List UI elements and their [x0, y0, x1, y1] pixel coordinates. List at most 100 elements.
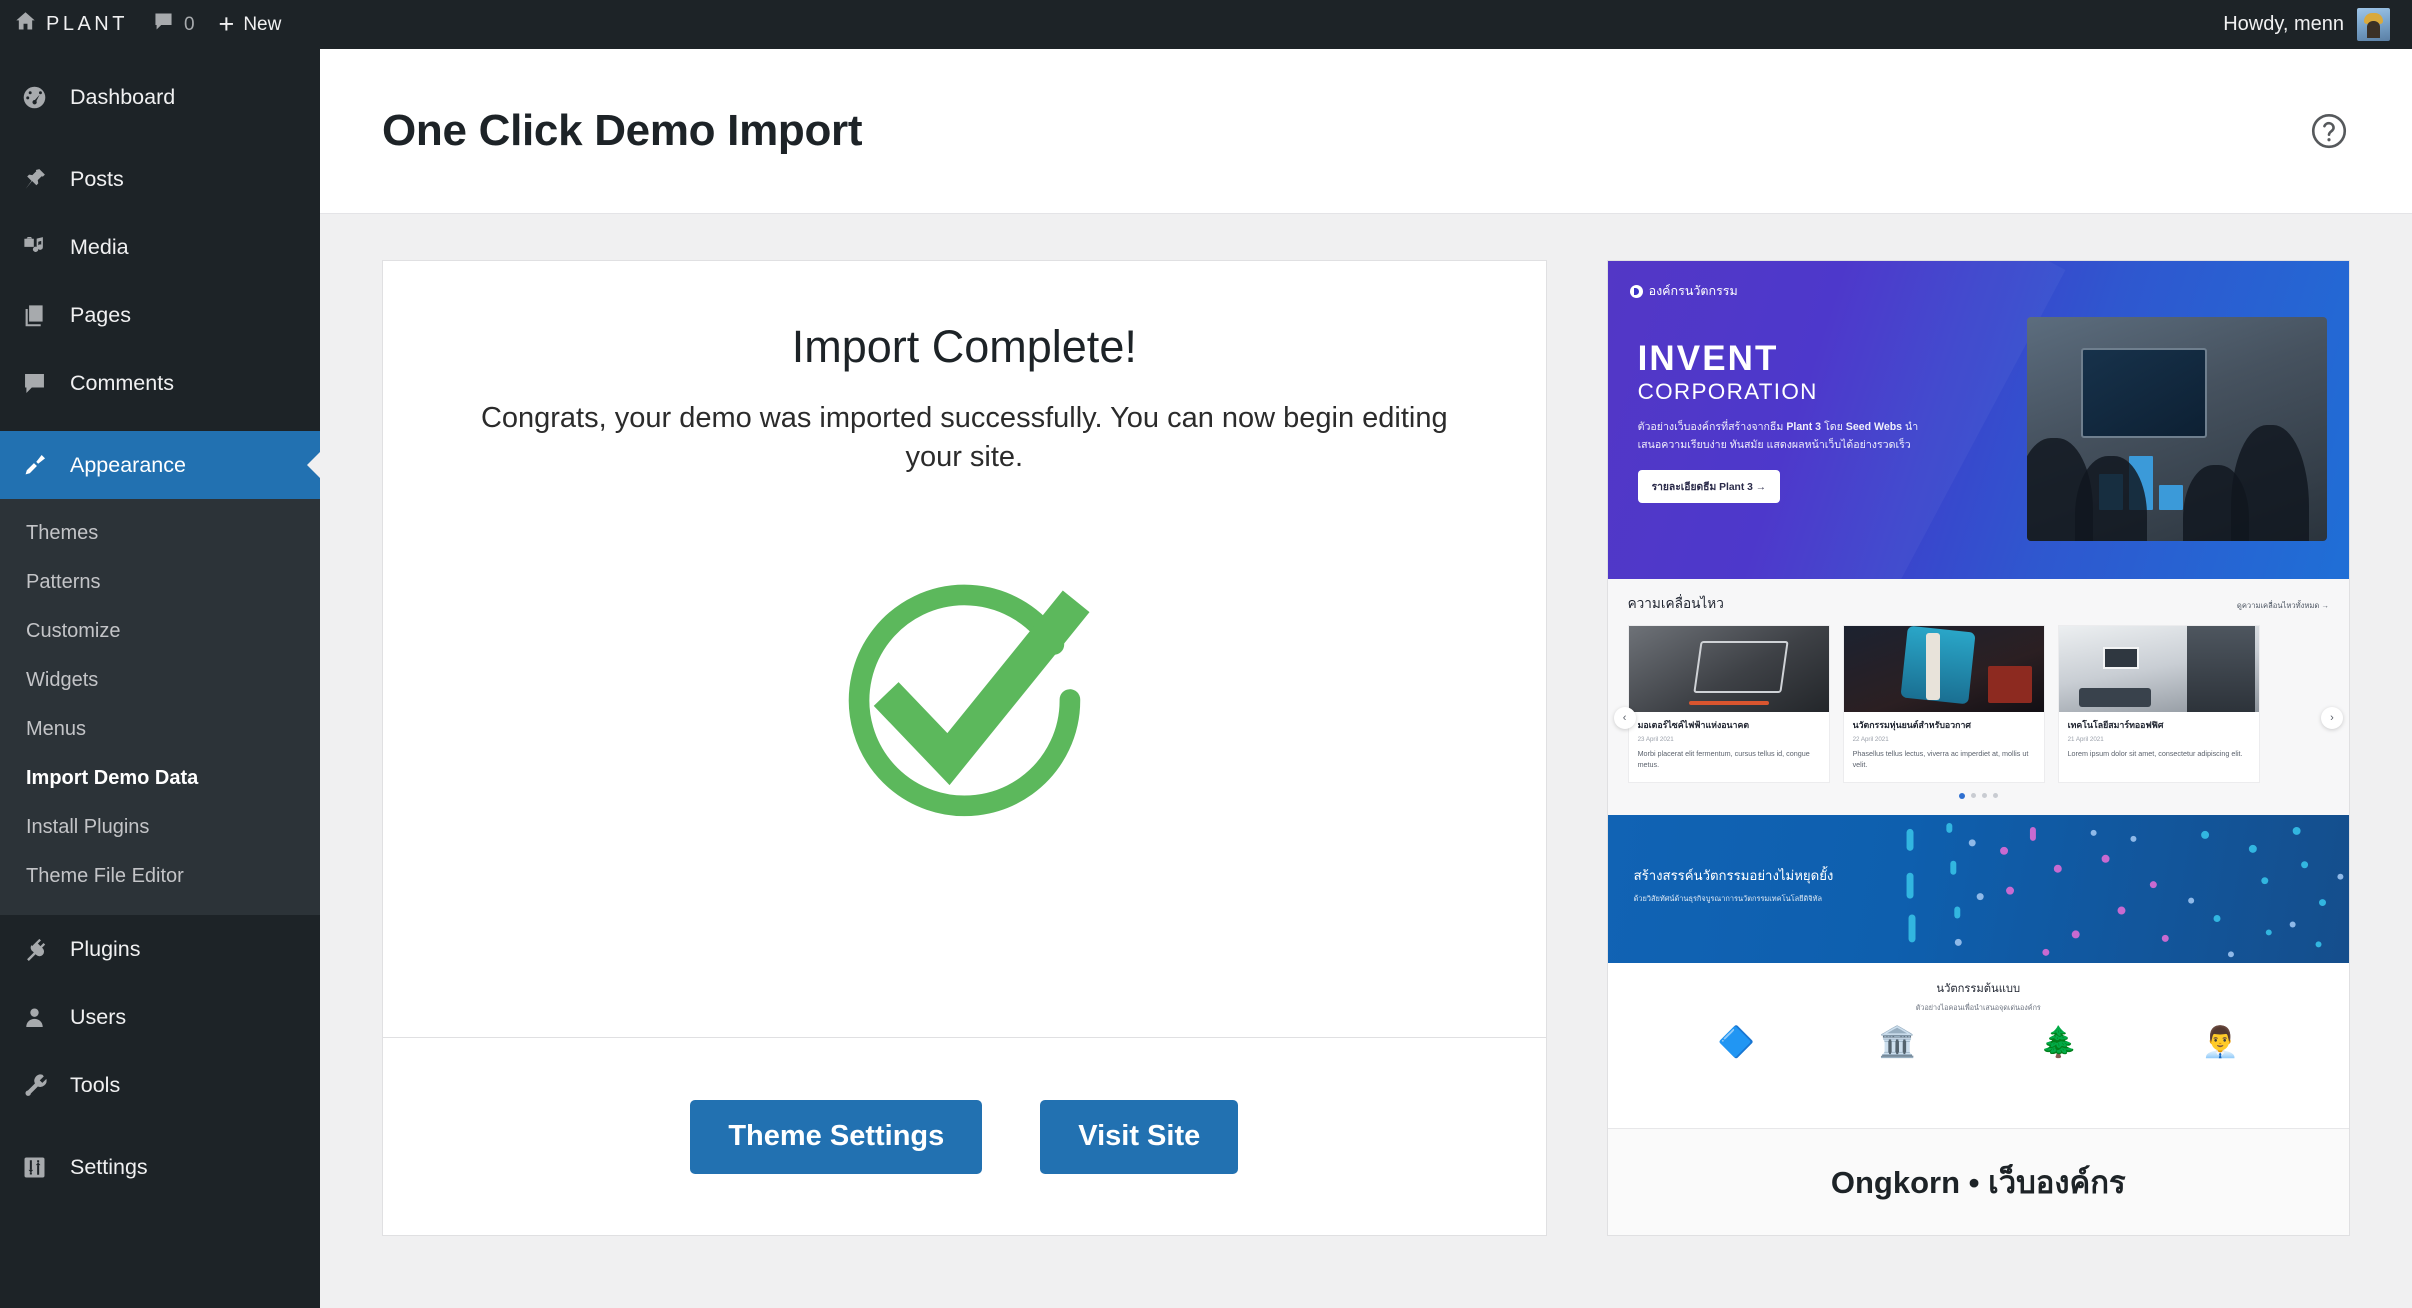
sidebar-item-appearance[interactable]: Appearance	[0, 431, 320, 499]
pin-icon	[18, 166, 50, 193]
plug-icon	[18, 936, 50, 963]
sidebar-item-users[interactable]: Users	[0, 983, 320, 1051]
preview-news-grid: มอเตอร์ไซค์ไฟฟ้าแห่งอนาคต 23 April 2021 …	[1627, 625, 2329, 784]
news-card-text: Phasellus tellus lectus, viverra ac impe…	[1852, 749, 2029, 770]
media-icon	[18, 234, 50, 261]
preview-banner-subtitle: ด้วยวิสัยทัศน์ด้านธุรกิจบูรณาการนวัตกรรม…	[1633, 894, 1823, 904]
sidebar-top-spacer	[0, 49, 320, 63]
submenu-item-customize[interactable]: Customize	[0, 607, 320, 656]
chevron-left-icon[interactable]: ‹	[1613, 707, 1636, 729]
news-card-body: เทคโนโลยีสมาร์ทออฟฟิศ 21 April 2021 Lore…	[2059, 712, 2259, 771]
avatar	[2357, 8, 2390, 41]
news-card-date: 21 April 2021	[2067, 736, 2104, 744]
news-card-image	[1843, 626, 2044, 712]
news-card-title: นวัตกรรมหุ่นยนต์สำหรับอวกาศ	[1852, 720, 1971, 730]
diamond-icon: 🔷	[1717, 1026, 1755, 1060]
submenu-item-menus[interactable]: Menus	[0, 705, 320, 754]
preview-footer: Ongkorn • เว็บองค์กร	[1607, 1128, 2349, 1235]
sidebar-item-label: Pages	[70, 302, 131, 327]
demo-preview-card[interactable]: องค์กรนวัตกรรม INVENT CORPORATION ตัวอย่…	[1606, 260, 2350, 1236]
import-result-body: Import Complete! Congrats, your demo was…	[383, 261, 1546, 1037]
preview-news-card: เทคโนโลยีสมาร์ทออฟฟิศ 21 April 2021 Lore…	[2057, 625, 2260, 784]
submenu-item-install-plugins[interactable]: Install Plugins	[0, 803, 320, 852]
preview-brand-line2: CORPORATION	[1637, 379, 1818, 404]
preview-news-title: ความเคลื่อนไหว	[1627, 596, 1724, 611]
comment-bubble-icon	[18, 370, 50, 397]
photo-screen	[2081, 348, 2207, 438]
wrench-icon	[18, 1072, 50, 1099]
tree-icon: 🌲	[2040, 1026, 2078, 1060]
sidebar-item-settings[interactable]: Settings	[0, 1133, 320, 1201]
news-card-title: เทคโนโลยีสมาร์ทออฟฟิศ	[2067, 720, 2164, 730]
preview-icons-subtitle: ตัวอย่างไอคอนเพื่อนำเสนอจุดเด่นองค์กร	[1915, 1003, 2041, 1013]
chevron-right-icon[interactable]: ›	[2321, 707, 2343, 729]
import-message: Congrats, your demo was imported success…	[480, 402, 1448, 473]
preview-carousel-dots	[1628, 793, 2329, 800]
preview-icons-row: 🔷 🏛️ 🌲 👨‍💼	[1608, 1014, 2349, 1058]
sidebar-item-label: Users	[70, 1004, 127, 1029]
new-content-menu[interactable]: + New	[207, 0, 294, 49]
preview-news-header: ความเคลื่อนไหว ดูความเคลื่อนไหวทั้งหมด →	[1628, 592, 2329, 614]
comment-bubble-icon	[152, 10, 175, 39]
sidebar-item-label: Settings	[70, 1154, 148, 1179]
news-card-image	[2058, 626, 2259, 712]
check-circle-icon	[827, 562, 1102, 842]
preview-news-card: นวัตกรรมหุ่นยนต์สำหรับอวกาศ 22 April 202…	[1842, 625, 2045, 784]
new-label: New	[243, 13, 282, 35]
theme-settings-button[interactable]: Theme Settings	[690, 1099, 983, 1174]
home-icon	[14, 10, 37, 39]
photo-bar-3	[2159, 485, 2183, 510]
preview-logo: องค์กรนวัตกรรม	[1629, 281, 2327, 301]
preview-banner: สร้างสรรค์นวัตกรรมอย่างไม่หยุดยั้ง ด้วยว…	[1607, 815, 2349, 964]
sidebar-item-tools[interactable]: Tools	[0, 1051, 320, 1119]
paintbrush-icon	[18, 452, 50, 479]
carousel-dot-active[interactable]	[1958, 793, 1965, 800]
submenu-item-theme-file-editor[interactable]: Theme File Editor	[0, 852, 320, 901]
dot-field-graphic	[1906, 822, 2343, 958]
news-card-body: มอเตอร์ไซค์ไฟฟ้าแห่งอนาคต 23 April 2021 …	[1629, 712, 1829, 782]
news-card-date: 23 April 2021	[1637, 736, 1674, 744]
sidebar-item-dashboard[interactable]: Dashboard	[0, 63, 320, 131]
carousel-dot[interactable]	[1992, 793, 1998, 799]
carousel-dot[interactable]	[1970, 793, 1976, 799]
sliders-icon	[18, 1154, 50, 1181]
visit-site-button[interactable]: Visit Site	[1040, 1099, 1239, 1174]
news-card-date: 22 April 2021	[1852, 736, 1889, 744]
demo-preview-screenshot: องค์กรนวัตกรรม INVENT CORPORATION ตัวอย่…	[1607, 261, 2349, 1128]
site-name-menu[interactable]: PLANT	[0, 0, 140, 49]
help-circle-icon[interactable]	[2308, 110, 2350, 152]
user-icon	[18, 1004, 50, 1031]
comments-menu[interactable]: 0	[140, 0, 207, 49]
news-card-text: Lorem ipsum dolor sit amet, consectetur …	[2067, 749, 2243, 759]
import-result-card: Import Complete! Congrats, your demo was…	[382, 260, 1547, 1236]
sidebar-item-plugins[interactable]: Plugins	[0, 915, 320, 983]
sidebar-item-pages[interactable]: Pages	[0, 281, 320, 349]
preview-hero-text: INVENT CORPORATION ตัวอย่างเว็บองค์กรที่…	[1630, 301, 1960, 504]
preview-logo-text: องค์กรนวัตกรรม	[1648, 284, 1738, 298]
sidebar-item-label: Media	[70, 234, 129, 259]
sidebar-item-label: Posts	[70, 166, 124, 191]
preview-hero: องค์กรนวัตกรรม INVENT CORPORATION ตัวอย่…	[1607, 261, 2349, 579]
desc-bold-1: Plant 3	[1786, 421, 1822, 434]
submenu-item-patterns[interactable]: Patterns	[0, 558, 320, 607]
sidebar-item-comments[interactable]: Comments	[0, 349, 320, 417]
desc-pre: ตัวอย่างเว็บองค์กรที่สร้างจากธีม	[1637, 421, 1787, 434]
import-heading: Import Complete!	[791, 321, 1137, 372]
preview-news-card: มอเตอร์ไซค์ไฟฟ้าแห่งอนาคต 23 April 2021 …	[1627, 625, 1830, 784]
preview-hero-button: รายละเอียดธีม Plant 3 →	[1637, 470, 1781, 504]
sidebar-group-sep-1	[0, 131, 320, 145]
sidebar-item-posts[interactable]: Posts	[0, 145, 320, 213]
preview-hero-photo	[2027, 317, 2327, 541]
submenu-item-import-demo-data[interactable]: Import Demo Data	[0, 754, 320, 803]
news-card-body: นวัตกรรมหุ่นยนต์สำหรับอวกาศ 22 April 202…	[1844, 712, 2044, 782]
sidebar-item-label: Tools	[70, 1072, 121, 1097]
user-account-menu[interactable]: Howdy, menn	[2211, 0, 2412, 49]
submenu-item-widgets[interactable]: Widgets	[0, 656, 320, 705]
carousel-dot[interactable]	[1981, 793, 1987, 799]
preview-brand-line1: INVENT	[1637, 339, 1779, 378]
pages-icon	[18, 302, 50, 329]
sidebar-item-label: Comments	[70, 370, 174, 395]
preview-hero-description: ตัวอย่างเว็บองค์กรที่สร้างจากธีม Plant 3…	[1638, 419, 1938, 454]
sidebar-item-media[interactable]: Media	[0, 213, 320, 281]
submenu-item-themes[interactable]: Themes	[0, 509, 320, 558]
